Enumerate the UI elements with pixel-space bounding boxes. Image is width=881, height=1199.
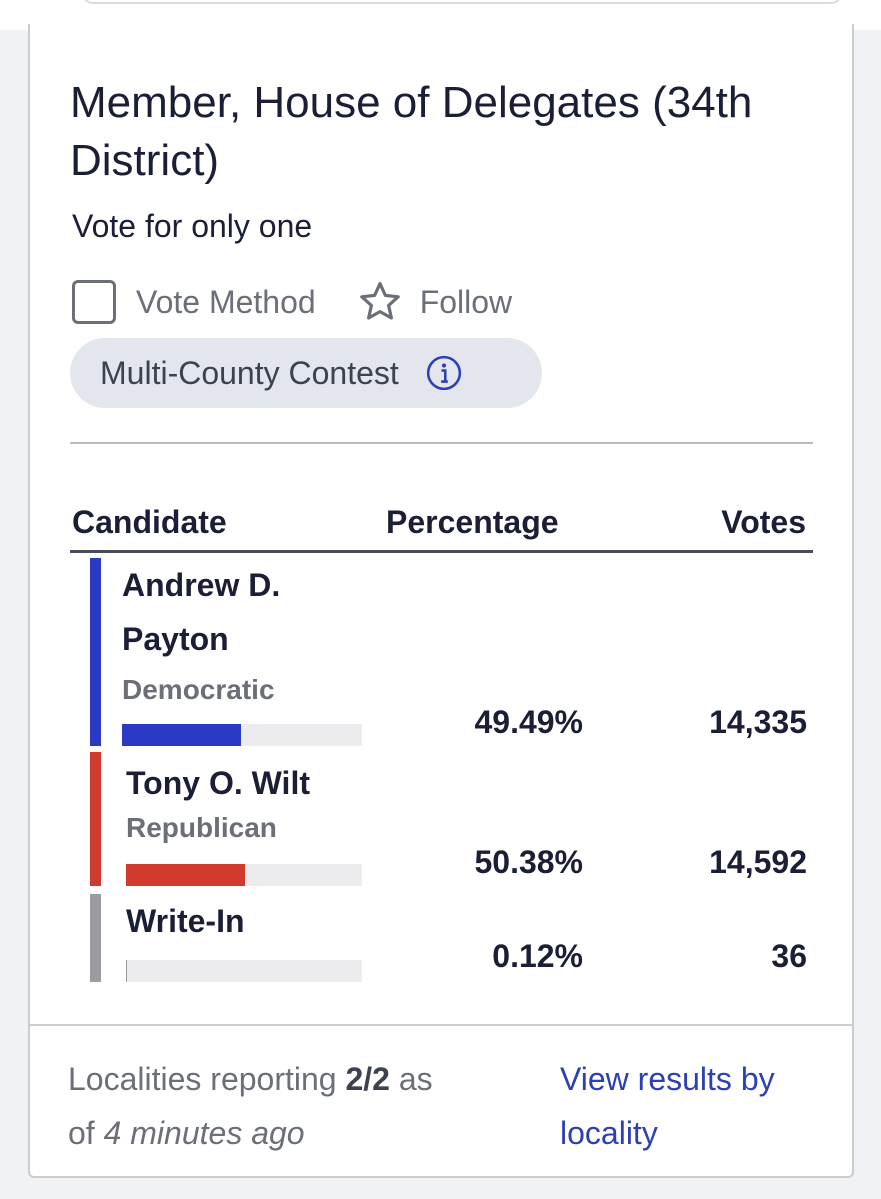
vote-method-label: Vote Method xyxy=(136,283,316,320)
view-results-by-locality-link[interactable]: View results by locality xyxy=(560,1052,830,1160)
candidate-votes: 36 xyxy=(771,938,807,974)
follow-label: Follow xyxy=(419,283,513,320)
header-percentage: Percentage xyxy=(386,504,559,540)
of-word: of xyxy=(68,1115,95,1151)
candidate-party: Republican xyxy=(126,812,277,843)
section-divider xyxy=(70,442,813,444)
candidate-row: Andrew D. Payton Democratic 49.49% 14,33… xyxy=(70,558,813,746)
localities-count: 2/2 xyxy=(345,1061,390,1097)
candidate-votes: 14,592 xyxy=(709,844,807,880)
party-color-bar xyxy=(90,894,101,982)
candidate-party: Democratic xyxy=(122,674,275,705)
follow-button[interactable]: Follow xyxy=(356,278,512,326)
vote-share-track xyxy=(122,724,362,746)
contest-controls: Vote Method Follow xyxy=(72,280,512,324)
localities-reporting: Localities reporting 2/2 as of 4 minutes… xyxy=(68,1052,518,1160)
info-icon[interactable] xyxy=(425,354,463,392)
contest-title: Member, House of Delegates (34th Distric… xyxy=(70,78,753,185)
multi-county-badge[interactable]: Multi-County Contest xyxy=(70,338,542,408)
candidate-name: Tony O. Wilt xyxy=(126,765,310,801)
candidate-row: Tony O. Wilt Republican 50.38% 14,592 xyxy=(70,752,813,886)
vote-share-track xyxy=(126,960,362,982)
candidate-row: Write-In 0.12% 36 xyxy=(70,894,813,982)
contest-subtitle: Vote for only one xyxy=(72,208,313,244)
party-color-bar xyxy=(90,752,101,886)
header-votes: Votes xyxy=(721,504,806,540)
vote-share-bar xyxy=(126,864,245,886)
header-candidate: Candidate xyxy=(72,504,227,540)
candidate-percentage: 49.49% xyxy=(474,704,583,740)
candidate-votes: 14,335 xyxy=(709,704,807,740)
vote-method-toggle[interactable]: Vote Method xyxy=(72,280,316,324)
party-color-bar xyxy=(90,558,101,746)
multi-county-label: Multi-County Contest xyxy=(100,354,399,391)
candidate-percentage: 0.12% xyxy=(492,938,583,974)
vote-share-bar xyxy=(122,724,241,746)
candidate-name: Andrew D. Payton xyxy=(122,567,281,657)
last-updated-time: 4 minutes ago xyxy=(103,1115,305,1151)
star-icon xyxy=(359,282,400,320)
localities-prefix: Localities reporting xyxy=(68,1061,337,1097)
vote-share-track xyxy=(126,864,362,886)
candidate-percentage: 50.38% xyxy=(474,844,583,880)
checkbox-icon[interactable] xyxy=(72,280,116,324)
previous-card-edge xyxy=(82,0,842,4)
footer-divider xyxy=(30,1024,852,1026)
candidate-name: Write-In xyxy=(126,903,245,939)
as-word: as xyxy=(398,1061,433,1097)
header-rule xyxy=(70,550,813,553)
contest-card: Member, House of Delegates (34th Distric… xyxy=(28,24,854,1178)
